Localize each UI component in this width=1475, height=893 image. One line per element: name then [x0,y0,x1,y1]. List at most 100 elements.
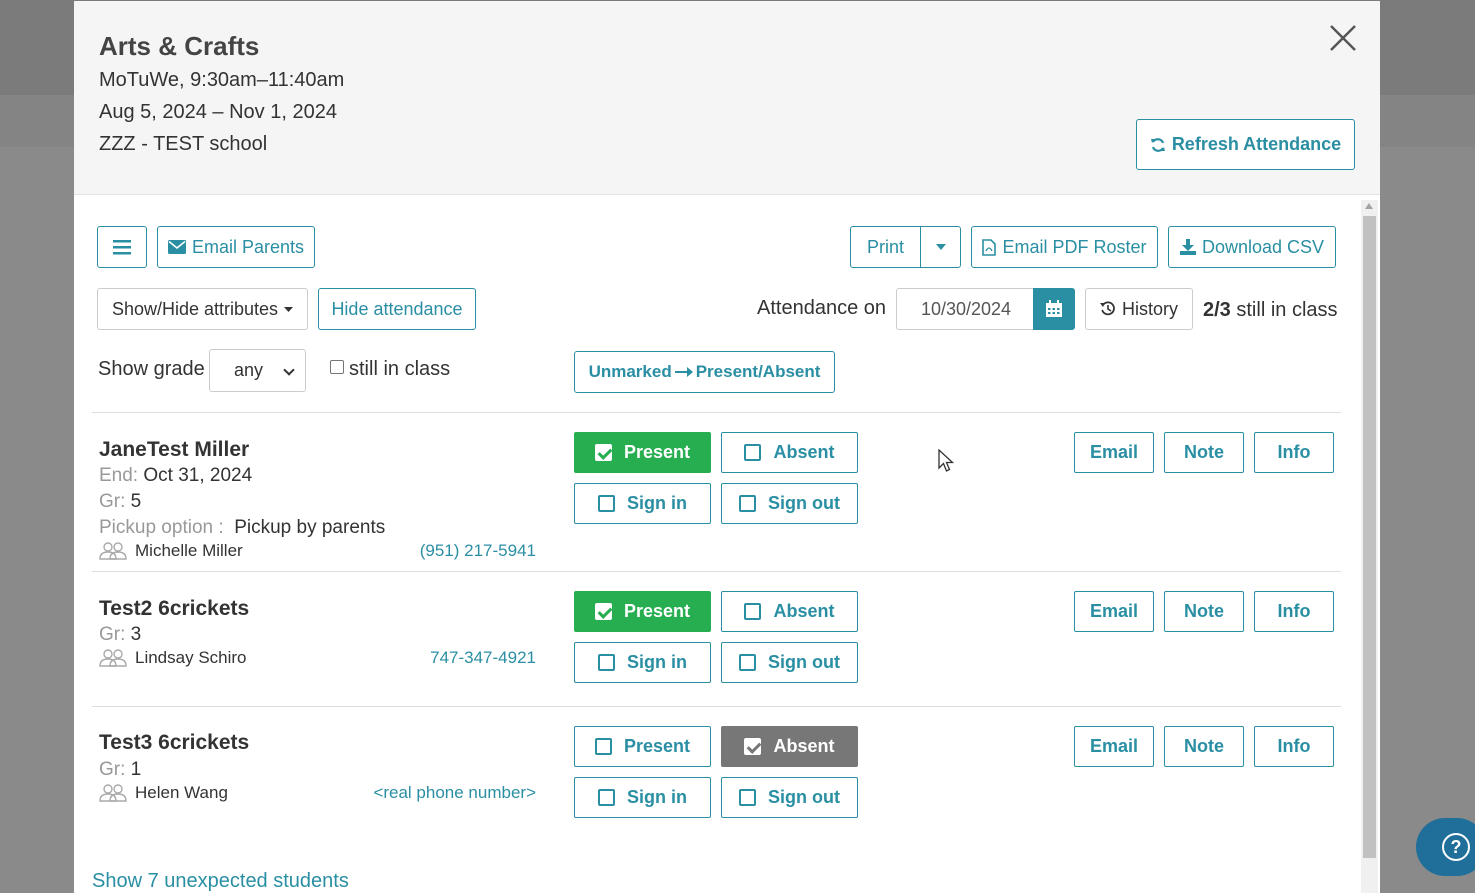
absent-toggle[interactable]: Absent [721,726,858,767]
unmarked-label: Unmarked [588,362,672,381]
class-title: Arts & Crafts [99,31,260,61]
help-button[interactable]: ? [1416,818,1475,876]
sign-in-toggle[interactable]: Sign in [574,777,711,818]
caret-down-icon [935,244,946,250]
info-button[interactable]: Info [1254,591,1334,632]
grade-select[interactable]: any [209,349,306,392]
present-toggle[interactable]: Present [574,726,711,767]
grade-label: Gr: [99,759,126,780]
download-csv-label: Download CSV [1201,236,1325,257]
hide-attendance-button[interactable]: Hide attendance [318,288,476,330]
checkbox-checked-icon [594,444,612,461]
scrollbar-thumb[interactable] [1363,216,1376,858]
grade-label: Gr: [99,491,126,512]
checkbox-icon [739,654,756,671]
sign-out-toggle[interactable]: Sign out [721,777,858,818]
parent-name: Helen Wang [135,783,228,802]
divider [92,706,1341,707]
info-button[interactable]: Info [1254,432,1334,473]
checkbox-icon [598,495,615,512]
pickup-value: Pickup by parents [234,517,386,538]
email-button[interactable]: Email [1074,432,1154,473]
scroll-up-arrow-icon[interactable] [1365,203,1373,209]
grade-value: 1 [130,759,142,780]
print-label: Print [866,236,904,257]
note-button[interactable]: Note [1164,726,1244,767]
checkbox-icon [739,495,756,512]
sign-in-toggle[interactable]: Sign in [574,642,711,683]
student-grade: Gr: 1 [99,759,141,781]
grade-label: Gr: [99,624,126,645]
sign-in-label: Sign in [627,652,687,672]
present-absent-label: Present/Absent [695,362,821,381]
checkbox-checked-icon [744,738,762,755]
present-toggle[interactable]: Present [574,432,711,473]
note-button[interactable]: Note [1164,432,1244,473]
unmarked-to-present-absent-button[interactable]: Unmarked Present/Absent [574,351,835,393]
print-button[interactable]: Print [850,226,921,268]
sign-in-label: Sign in [627,493,687,513]
info-button[interactable]: Info [1254,726,1334,767]
sign-out-label: Sign out [768,493,840,513]
email-pdf-roster-label: Email PDF Roster [1002,236,1147,257]
email-button[interactable]: Email [1074,726,1154,767]
end-value: Oct 31, 2024 [143,465,253,486]
close-icon[interactable] [1328,21,1358,55]
show-unexpected-students-link[interactable]: Show 7 unexpected students [92,870,349,893]
sign-out-label: Sign out [768,652,840,672]
refresh-attendance-label: Refresh Attendance [1171,134,1342,154]
calendar-button[interactable] [1033,288,1075,330]
absent-label: Absent [773,601,835,621]
still-in-class-checkbox[interactable] [330,360,344,374]
still-in-class-count: 2/3 still in class [1203,299,1338,322]
sign-out-toggle[interactable]: Sign out [721,483,858,524]
still-count: 2/3 [1203,299,1231,321]
email-button[interactable]: Email [1074,591,1154,632]
note-button[interactable]: Note [1164,591,1244,632]
sign-in-toggle[interactable]: Sign in [574,483,711,524]
absent-label: Absent [773,442,835,462]
caret-down-icon [284,306,294,312]
checkbox-icon [744,603,762,620]
envelope-icon [167,240,186,254]
checkbox-icon [594,738,612,755]
class-school: ZZZ - TEST school [99,133,268,155]
absent-toggle[interactable]: Absent [721,591,858,632]
refresh-attendance-button[interactable]: Refresh Attendance [1136,119,1355,170]
student-end-date: End: Oct 31, 2024 [99,465,252,487]
email-pdf-roster-button[interactable]: Email PDF Roster [971,226,1158,268]
attendance-date-input[interactable]: 10/30/2024 [896,288,1035,330]
print-dropdown-button[interactable] [920,226,961,268]
parent-name: Lindsay Schiro [135,648,247,667]
checkbox-icon [598,789,615,806]
parent-phone[interactable]: <real phone number> [373,783,536,803]
download-csv-button[interactable]: Download CSV [1168,226,1336,268]
sign-out-label: Sign out [768,787,840,807]
email-parents-button[interactable]: Email Parents [157,226,315,268]
present-toggle[interactable]: Present [574,591,711,632]
parent-phone[interactable]: 747-347-4921 [430,648,536,668]
present-label: Present [623,736,691,756]
pdf-file-icon [982,238,997,256]
sign-out-toggle[interactable]: Sign out [721,642,858,683]
student-name: Test3 6crickets [99,731,250,754]
divider [92,571,1341,572]
hide-attendance-label: Hide attendance [331,298,463,319]
absent-label: Absent [773,736,835,756]
present-label: Present [623,601,691,621]
attendance-modal: Arts & Crafts MoTuWe, 9:30am–11:40am Aug… [74,1,1380,893]
checkbox-icon [744,444,762,461]
checkbox-checked-icon [594,603,612,620]
present-label: Present [623,442,691,462]
menu-button[interactable] [97,226,147,268]
absent-toggle[interactable]: Absent [721,432,858,473]
still-in-class-filter-label: still in class [349,358,451,380]
checkbox-icon [739,789,756,806]
history-button[interactable]: History [1085,288,1193,330]
history-icon [1099,301,1115,316]
parent-phone[interactable]: (951) 217-5941 [420,541,536,561]
scrollbar[interactable] [1361,200,1378,893]
show-hide-attributes-dropdown[interactable]: Show/Hide attributes [97,288,308,330]
parent-info: Michelle Miller [99,541,243,561]
show-hide-attributes-label: Show/Hide attributes [111,298,279,319]
